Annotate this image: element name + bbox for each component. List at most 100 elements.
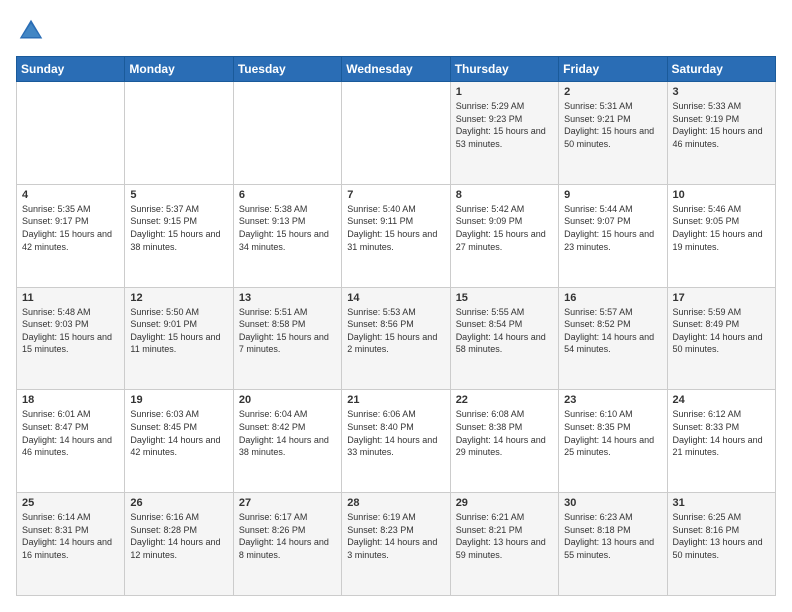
day-number: 2 xyxy=(564,86,661,98)
day-number: 12 xyxy=(130,292,227,304)
day-info: Sunrise: 5:59 AMSunset: 8:49 PMDaylight:… xyxy=(673,306,770,356)
calendar-cell: 23Sunrise: 6:10 AMSunset: 8:35 PMDayligh… xyxy=(559,390,667,493)
calendar-header-row: SundayMondayTuesdayWednesdayThursdayFrid… xyxy=(17,57,776,82)
day-info: Sunrise: 5:48 AMSunset: 9:03 PMDaylight:… xyxy=(22,306,119,356)
day-number: 21 xyxy=(347,394,444,406)
day-info: Sunrise: 5:46 AMSunset: 9:05 PMDaylight:… xyxy=(673,203,770,253)
day-number: 10 xyxy=(673,189,770,201)
calendar-row-5: 25Sunrise: 6:14 AMSunset: 8:31 PMDayligh… xyxy=(17,493,776,596)
calendar-cell: 8 Sunrise: 5:42 AMSunset: 9:09 PMDaylight… xyxy=(450,184,558,287)
calendar-cell: 11Sunrise: 5:48 AMSunset: 9:03 PMDayligh… xyxy=(17,287,125,390)
day-number: 31 xyxy=(673,497,770,509)
calendar-cell: 20 Sunrise: 6:04 AMSunset: 8:42 PMDayligh… xyxy=(233,390,341,493)
calendar-cell: 12 Sunrise: 5:50 AMSunset: 9:01 PMDayligh… xyxy=(125,287,233,390)
page: SundayMondayTuesdayWednesdayThursdayFrid… xyxy=(0,0,792,612)
col-header-monday: Monday xyxy=(125,57,233,82)
col-header-tuesday: Tuesday xyxy=(233,57,341,82)
calendar: SundayMondayTuesdayWednesdayThursdayFrid… xyxy=(16,56,776,596)
day-info: Sunrise: 6:25 AMSunset: 8:16 PMDaylight:… xyxy=(673,511,770,561)
calendar-cell: 18 Sunrise: 6:01 AMSunset: 8:47 PMDayligh… xyxy=(17,390,125,493)
day-info: Sunrise: 6:04 AMSunset: 8:42 PMDaylight:… xyxy=(239,408,336,458)
calendar-cell: 4 Sunrise: 5:35 AMSunset: 9:17 PMDaylight… xyxy=(17,184,125,287)
day-info: Sunrise: 6:19 AMSunset: 8:23 PMDaylight:… xyxy=(347,511,444,561)
calendar-cell: 21 Sunrise: 6:06 AMSunset: 8:40 PMDayligh… xyxy=(342,390,450,493)
day-info: Sunrise: 5:38 AMSunset: 9:13 PMDaylight:… xyxy=(239,203,336,253)
calendar-cell: 6 Sunrise: 5:38 AMSunset: 9:13 PMDaylight… xyxy=(233,184,341,287)
day-info: Sunrise: 5:35 AMSunset: 9:17 PMDaylight:… xyxy=(22,203,119,253)
col-header-saturday: Saturday xyxy=(667,57,775,82)
calendar-cell: 26Sunrise: 6:16 AMSunset: 8:28 PMDayligh… xyxy=(125,493,233,596)
calendar-cell: 13 Sunrise: 5:51 AMSunset: 8:58 PMDayligh… xyxy=(233,287,341,390)
calendar-cell: 24 Sunrise: 6:12 AMSunset: 8:33 PMDayligh… xyxy=(667,390,775,493)
day-number: 17 xyxy=(673,292,770,304)
day-number: 4 xyxy=(22,189,119,201)
day-info: Sunrise: 5:37 AMSunset: 9:15 PMDaylight:… xyxy=(130,203,227,253)
calendar-cell: 19 Sunrise: 6:03 AMSunset: 8:45 PMDayligh… xyxy=(125,390,233,493)
day-number: 9 xyxy=(564,189,661,201)
day-number: 19 xyxy=(130,394,227,406)
logo-icon xyxy=(16,16,46,46)
day-number: 20 xyxy=(239,394,336,406)
day-info: Sunrise: 5:51 AMSunset: 8:58 PMDaylight:… xyxy=(239,306,336,356)
day-info: Sunrise: 6:10 AMSunset: 8:35 PMDaylight:… xyxy=(564,408,661,458)
day-info: Sunrise: 6:12 AMSunset: 8:33 PMDaylight:… xyxy=(673,408,770,458)
logo xyxy=(16,16,50,46)
day-number: 16 xyxy=(564,292,661,304)
calendar-cell: 27 Sunrise: 6:17 AMSunset: 8:26 PMDayligh… xyxy=(233,493,341,596)
calendar-row-3: 11Sunrise: 5:48 AMSunset: 9:03 PMDayligh… xyxy=(17,287,776,390)
calendar-cell: 16 Sunrise: 5:57 AMSunset: 8:52 PMDayligh… xyxy=(559,287,667,390)
calendar-row-4: 18 Sunrise: 6:01 AMSunset: 8:47 PMDayligh… xyxy=(17,390,776,493)
calendar-cell: 7Sunrise: 5:40 AMSunset: 9:11 PMDaylight… xyxy=(342,184,450,287)
calendar-cell: 9 Sunrise: 5:44 AMSunset: 9:07 PMDaylight… xyxy=(559,184,667,287)
calendar-cell xyxy=(17,82,125,185)
day-info: Sunrise: 5:44 AMSunset: 9:07 PMDaylight:… xyxy=(564,203,661,253)
day-number: 3 xyxy=(673,86,770,98)
calendar-cell: 5 Sunrise: 5:37 AMSunset: 9:15 PMDaylight… xyxy=(125,184,233,287)
day-number: 28 xyxy=(347,497,444,509)
day-info: Sunrise: 5:53 AMSunset: 8:56 PMDaylight:… xyxy=(347,306,444,356)
calendar-cell: 17 Sunrise: 5:59 AMSunset: 8:49 PMDayligh… xyxy=(667,287,775,390)
day-number: 27 xyxy=(239,497,336,509)
day-number: 8 xyxy=(456,189,553,201)
day-info: Sunrise: 6:06 AMSunset: 8:40 PMDaylight:… xyxy=(347,408,444,458)
calendar-cell: 31 Sunrise: 6:25 AMSunset: 8:16 PMDayligh… xyxy=(667,493,775,596)
calendar-cell: 14Sunrise: 5:53 AMSunset: 8:56 PMDayligh… xyxy=(342,287,450,390)
day-number: 6 xyxy=(239,189,336,201)
day-info: Sunrise: 6:23 AMSunset: 8:18 PMDaylight:… xyxy=(564,511,661,561)
calendar-cell: 25Sunrise: 6:14 AMSunset: 8:31 PMDayligh… xyxy=(17,493,125,596)
day-info: Sunrise: 5:55 AMSunset: 8:54 PMDaylight:… xyxy=(456,306,553,356)
calendar-cell xyxy=(233,82,341,185)
day-number: 5 xyxy=(130,189,227,201)
day-info: Sunrise: 6:17 AMSunset: 8:26 PMDaylight:… xyxy=(239,511,336,561)
day-number: 18 xyxy=(22,394,119,406)
header xyxy=(16,16,776,46)
day-info: Sunrise: 5:50 AMSunset: 9:01 PMDaylight:… xyxy=(130,306,227,356)
day-number: 22 xyxy=(456,394,553,406)
day-info: Sunrise: 5:57 AMSunset: 8:52 PMDaylight:… xyxy=(564,306,661,356)
calendar-cell: 15 Sunrise: 5:55 AMSunset: 8:54 PMDayligh… xyxy=(450,287,558,390)
calendar-row-2: 4 Sunrise: 5:35 AMSunset: 9:17 PMDaylight… xyxy=(17,184,776,287)
calendar-cell xyxy=(342,82,450,185)
calendar-cell: 2Sunrise: 5:31 AMSunset: 9:21 PMDaylight… xyxy=(559,82,667,185)
calendar-cell: 30 Sunrise: 6:23 AMSunset: 8:18 PMDayligh… xyxy=(559,493,667,596)
calendar-cell: 28 Sunrise: 6:19 AMSunset: 8:23 PMDayligh… xyxy=(342,493,450,596)
day-info: Sunrise: 5:33 AMSunset: 9:19 PMDaylight:… xyxy=(673,100,770,150)
calendar-cell: 22Sunrise: 6:08 AMSunset: 8:38 PMDayligh… xyxy=(450,390,558,493)
calendar-cell: 10 Sunrise: 5:46 AMSunset: 9:05 PMDayligh… xyxy=(667,184,775,287)
day-number: 29 xyxy=(456,497,553,509)
day-number: 15 xyxy=(456,292,553,304)
day-info: Sunrise: 6:01 AMSunset: 8:47 PMDaylight:… xyxy=(22,408,119,458)
day-number: 13 xyxy=(239,292,336,304)
calendar-cell xyxy=(125,82,233,185)
col-header-thursday: Thursday xyxy=(450,57,558,82)
calendar-cell: 3 Sunrise: 5:33 AMSunset: 9:19 PMDaylight… xyxy=(667,82,775,185)
day-info: Sunrise: 5:42 AMSunset: 9:09 PMDaylight:… xyxy=(456,203,553,253)
day-number: 24 xyxy=(673,394,770,406)
day-number: 7 xyxy=(347,189,444,201)
calendar-cell: 29Sunrise: 6:21 AMSunset: 8:21 PMDayligh… xyxy=(450,493,558,596)
day-info: Sunrise: 5:29 AMSunset: 9:23 PMDaylight:… xyxy=(456,100,553,150)
day-number: 30 xyxy=(564,497,661,509)
col-header-wednesday: Wednesday xyxy=(342,57,450,82)
col-header-friday: Friday xyxy=(559,57,667,82)
day-info: Sunrise: 6:03 AMSunset: 8:45 PMDaylight:… xyxy=(130,408,227,458)
